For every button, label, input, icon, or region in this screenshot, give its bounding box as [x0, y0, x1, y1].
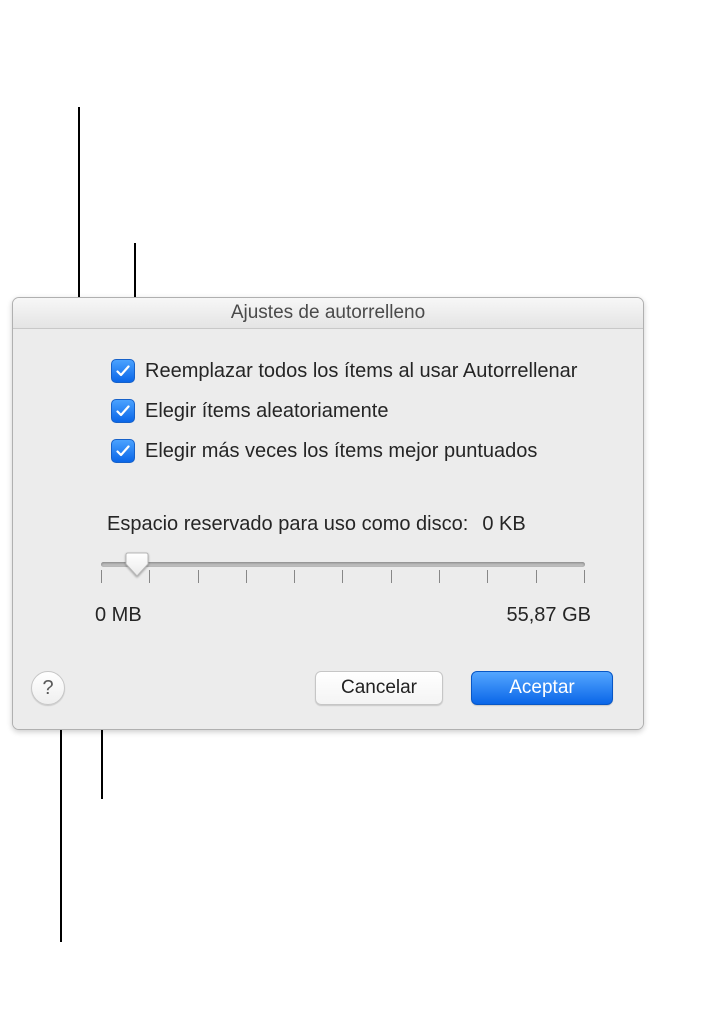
checkbox-icon [111, 359, 135, 383]
checkbox-label: Reemplazar todos los ítems al usar Autor… [145, 360, 577, 383]
slider-min-label: 0 MB [95, 604, 142, 627]
slider-track [101, 562, 585, 567]
slider-label: Espacio reservado para uso como disco: [107, 513, 468, 536]
checkbox-icon [111, 399, 135, 423]
slider-ticks [101, 570, 585, 583]
ok-button[interactable]: Aceptar [471, 671, 613, 705]
dialog-content: Reemplazar todos los ítems al usar Autor… [13, 329, 643, 729]
slider-label-row: Espacio reservado para uso como disco: 0… [107, 513, 603, 536]
slider-range-labels: 0 MB 55,87 GB [95, 604, 591, 627]
checkbox-label: Elegir más veces los ítems mejor puntuad… [145, 440, 537, 463]
reserve-space-section: Espacio reservado para uso como disco: 0… [83, 513, 603, 627]
dialog-title: Ajustes de autorrelleno [13, 298, 643, 329]
checkbox-icon [111, 439, 135, 463]
slider-current-value: 0 KB [482, 513, 525, 536]
slider-thumb[interactable] [125, 552, 149, 577]
slider-max-label: 55,87 GB [506, 604, 591, 627]
reserve-space-slider[interactable] [101, 556, 585, 592]
checkbox-label: Elegir ítems aleatoriamente [145, 400, 388, 423]
checkbox-row-random-items[interactable]: Elegir ítems aleatoriamente [111, 399, 613, 423]
autofill-settings-dialog: Ajustes de autorrelleno Reemplazar todos… [12, 297, 644, 730]
dialog-buttons: ? Cancelar Aceptar [43, 671, 613, 705]
button-label: Aceptar [509, 677, 574, 699]
checkbox-row-replace-all[interactable]: Reemplazar todos los ítems al usar Autor… [111, 359, 613, 383]
checkbox-row-higher-rated[interactable]: Elegir más veces los ítems mejor puntuad… [111, 439, 613, 463]
help-button[interactable]: ? [31, 671, 65, 705]
cancel-button[interactable]: Cancelar [315, 671, 443, 705]
button-label: Cancelar [341, 677, 417, 699]
help-icon: ? [42, 677, 53, 700]
